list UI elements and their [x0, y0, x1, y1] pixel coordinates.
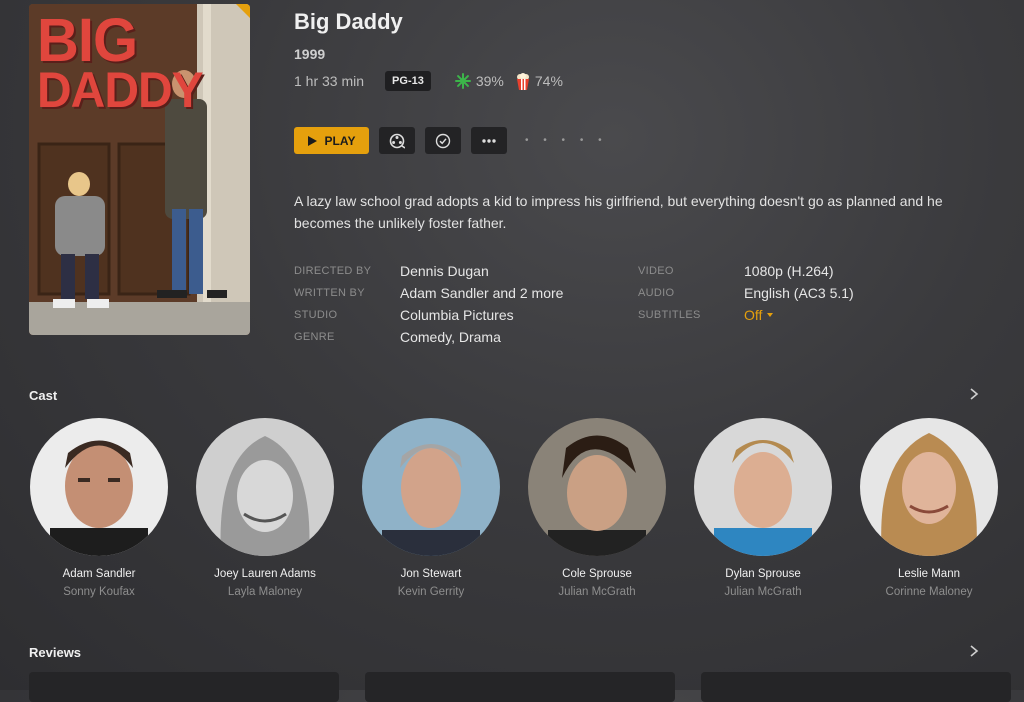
studio-link[interactable]: Columbia Pictures — [400, 307, 514, 323]
loading-dots: • • • • • — [525, 135, 608, 146]
caret-down-icon — [767, 313, 774, 317]
director-link[interactable]: Dennis Dugan — [400, 263, 489, 279]
audience-score: 74% — [516, 72, 563, 90]
poster-title: BIG DADDY — [37, 6, 204, 119]
cast-member[interactable]: Leslie Mann Corinne Maloney — [846, 418, 1012, 598]
critic-score-value: 39% — [475, 73, 504, 89]
content-rating-badge: PG-13 — [385, 71, 431, 91]
chevron-right-icon[interactable] — [968, 387, 980, 401]
meta-row: 1 hr 33 min PG-13 39% 74% — [294, 69, 563, 93]
reviews-section-title: Reviews — [29, 645, 82, 660]
cast-member[interactable]: Dylan Sprouse Julian McGrath — [680, 418, 846, 598]
mark-watched-button[interactable] — [425, 127, 461, 154]
review-card[interactable] — [365, 672, 675, 702]
avatar — [528, 418, 666, 556]
cast-member[interactable]: Jon Stewart Kevin Gerrity — [348, 418, 514, 598]
avatar — [860, 418, 998, 556]
genre-link[interactable]: Comedy, Drama — [400, 329, 501, 345]
film-reel-icon — [389, 133, 405, 149]
review-card[interactable] — [29, 672, 339, 702]
detail-studio: STUDIO Columbia Pictures — [294, 307, 514, 323]
detail-audio: AUDIO English (AC3 5.1) — [638, 285, 854, 301]
play-button[interactable]: PLAY — [294, 127, 369, 154]
splat-icon — [454, 73, 471, 89]
cast-list: Adam Sandler Sonny Koufax Joey Lauren Ad… — [0, 418, 1024, 608]
detail-genre: GENRE Comedy, Drama — [294, 329, 501, 345]
detail-directed-by: DIRECTED BY Dennis Dugan — [294, 263, 489, 279]
more-icon — [482, 138, 496, 143]
check-circle-icon — [435, 133, 451, 148]
cast-section-title: Cast — [29, 388, 58, 403]
movie-year: 1999 — [294, 46, 326, 62]
movie-poster[interactable]: BIG DADDY — [29, 4, 250, 335]
cast-member[interactable]: Joey Lauren Adams Layla Maloney — [182, 418, 348, 598]
cast-member[interactable]: Cole Sprouse Julian McGrath — [514, 418, 680, 598]
action-bar: PLAY • • • • • — [294, 127, 608, 154]
chevron-right-icon[interactable] — [968, 644, 980, 658]
avatar — [694, 418, 832, 556]
avatar — [362, 418, 500, 556]
detail-video: VIDEO 1080p (H.264) — [638, 263, 834, 279]
watch-status-corner — [236, 4, 250, 18]
cast-member[interactable]: Adam Sandler Sonny Koufax — [16, 418, 182, 598]
audience-score-value: 74% — [534, 73, 563, 89]
writer-link[interactable]: Adam Sandler and 2 more — [400, 285, 563, 301]
more-button[interactable] — [471, 127, 507, 154]
review-card[interactable] — [701, 672, 1011, 702]
detail-subtitles: SUBTITLES Off — [638, 304, 774, 326]
detail-written-by: WRITTEN BY Adam Sandler and 2 more — [294, 285, 564, 301]
avatar — [30, 418, 168, 556]
duration: 1 hr 33 min — [294, 73, 365, 89]
trailer-button[interactable] — [379, 127, 415, 154]
movie-title: Big Daddy — [294, 9, 403, 34]
movie-summary: A lazy law school grad adopts a kid to i… — [294, 193, 943, 231]
avatar — [196, 418, 334, 556]
subtitles-dropdown[interactable]: Off — [744, 307, 774, 323]
popcorn-icon — [516, 72, 530, 90]
critic-score: 39% — [454, 73, 504, 89]
play-icon — [307, 135, 317, 146]
audio-select[interactable]: English (AC3 5.1) — [744, 285, 854, 301]
